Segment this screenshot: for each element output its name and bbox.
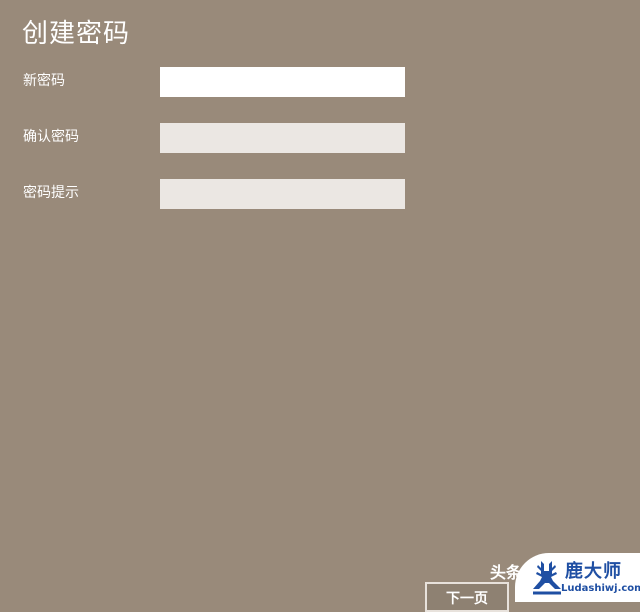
confirm-password-label: 确认密码 — [23, 129, 79, 145]
new-password-label: 新密码 — [23, 73, 65, 89]
password-hint-label: 密码提示 — [23, 185, 79, 201]
logo-url: Ludashiwj.com — [561, 583, 640, 594]
confirm-password-input[interactable] — [160, 123, 405, 153]
watermark-logo: 鹿大师 Ludashiwj.com — [515, 553, 640, 602]
logo-name: 鹿大师 — [565, 561, 622, 582]
deer-logo-icon — [533, 561, 561, 595]
next-button[interactable]: 下一页 — [425, 582, 509, 612]
page-title: 创建密码 — [22, 19, 131, 49]
new-password-input[interactable] — [160, 67, 405, 97]
password-hint-input[interactable] — [160, 179, 405, 209]
